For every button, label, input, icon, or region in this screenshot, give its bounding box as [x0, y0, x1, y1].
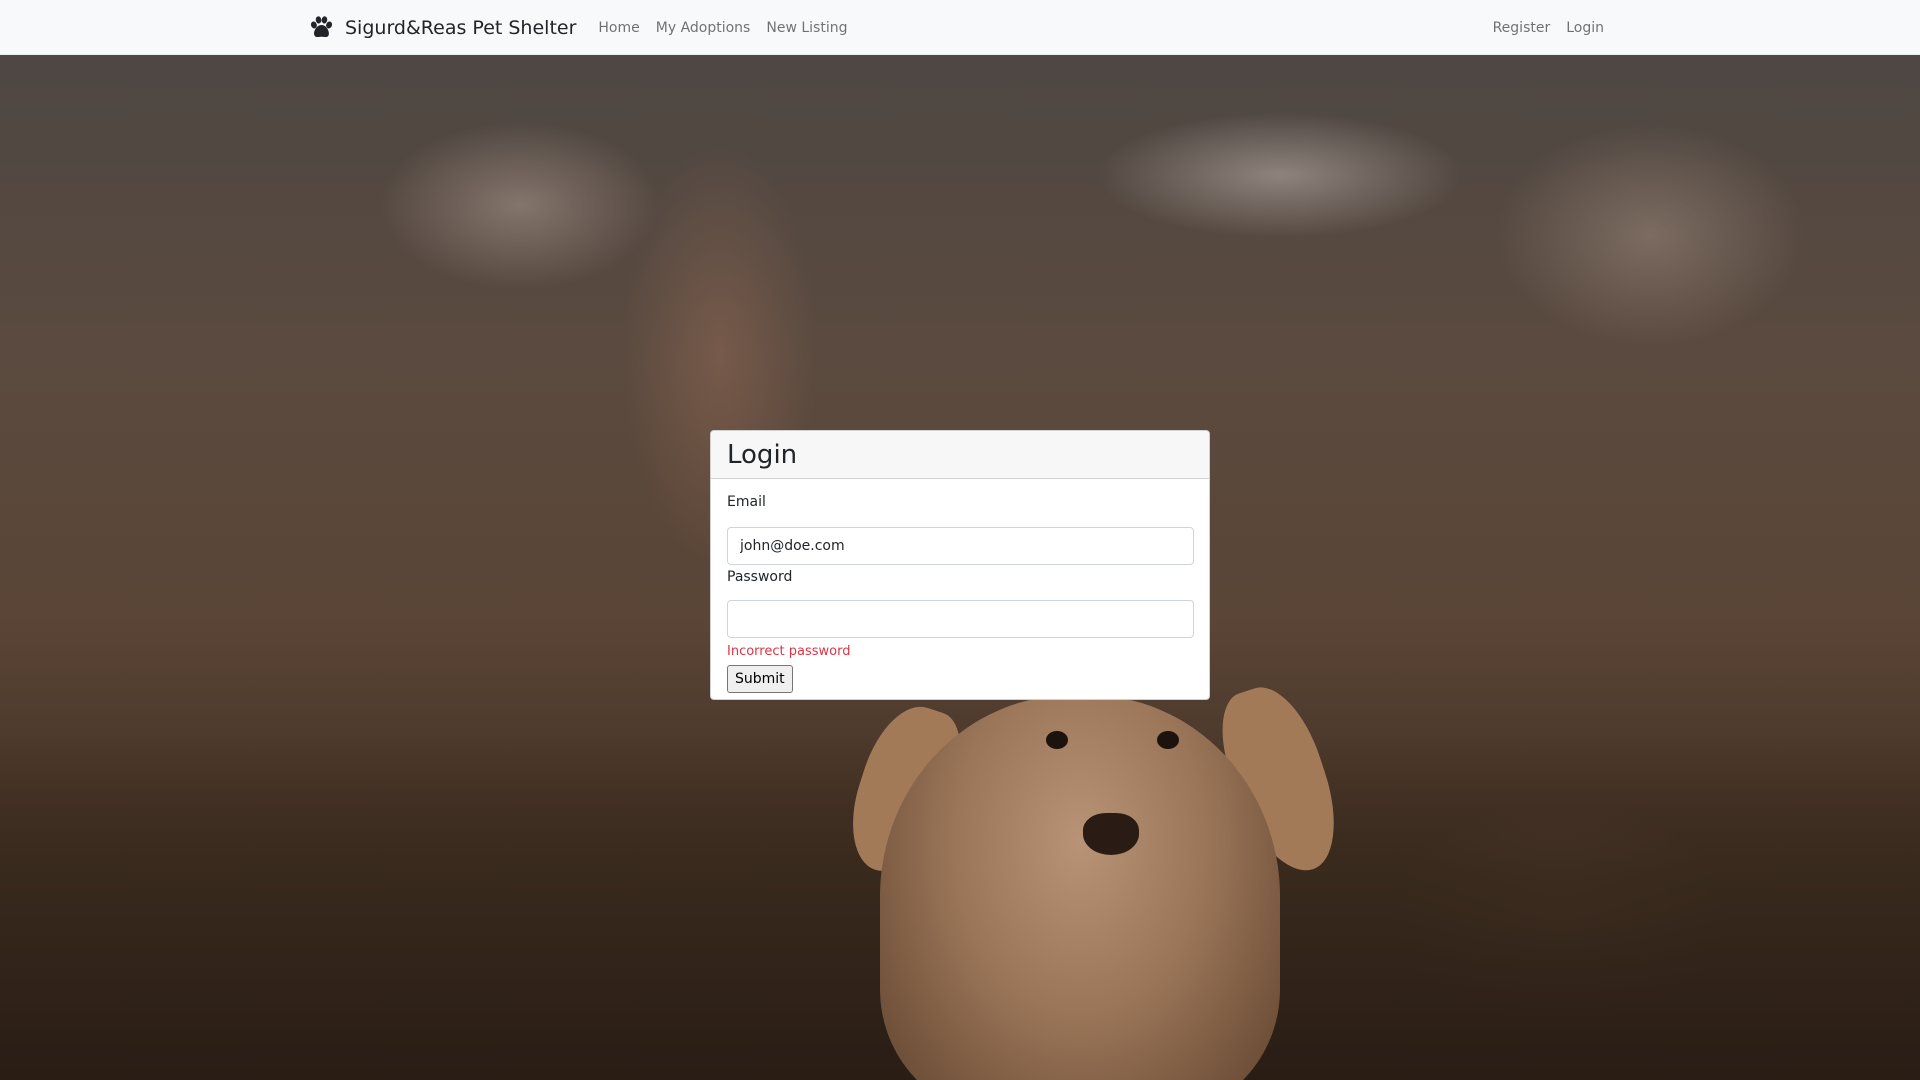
- password-input[interactable]: [727, 600, 1194, 638]
- email-input[interactable]: [727, 527, 1194, 565]
- nav-auth-links: Register Login: [1485, 20, 1612, 36]
- dog-image: [880, 695, 1280, 1080]
- nav-login-link[interactable]: Login: [1558, 20, 1612, 36]
- dog-eye-left: [1046, 731, 1068, 749]
- paw-icon: [310, 16, 333, 38]
- top-navbar: Sigurd&Reas Pet Shelter Home My Adoption…: [0, 0, 1920, 55]
- login-card: Login Email Password Incorrect password …: [710, 430, 1210, 700]
- navbar-container: Sigurd&Reas Pet Shelter Home My Adoption…: [308, 0, 1612, 55]
- nav-my-adoptions-link[interactable]: My Adoptions: [648, 20, 759, 36]
- brand-name: Sigurd&Reas Pet Shelter: [345, 16, 577, 39]
- nav-links: Home My Adoptions New Listing: [590, 20, 855, 36]
- nav-new-listing-link[interactable]: New Listing: [758, 20, 855, 36]
- password-error-message: Incorrect password: [727, 644, 851, 659]
- nav-register-link[interactable]: Register: [1485, 20, 1559, 36]
- dog-eye-right: [1157, 731, 1179, 749]
- brand-link[interactable]: Sigurd&Reas Pet Shelter: [308, 14, 576, 41]
- login-form: Email Password Incorrect password Submit: [711, 479, 1209, 693]
- nav-home-link[interactable]: Home: [590, 20, 647, 36]
- login-card-header: Login: [711, 431, 1209, 479]
- dog-nose: [1083, 813, 1139, 855]
- email-label: Email: [727, 494, 766, 510]
- login-title: Login: [727, 439, 798, 470]
- password-label: Password: [727, 569, 793, 585]
- submit-button[interactable]: Submit: [727, 665, 793, 693]
